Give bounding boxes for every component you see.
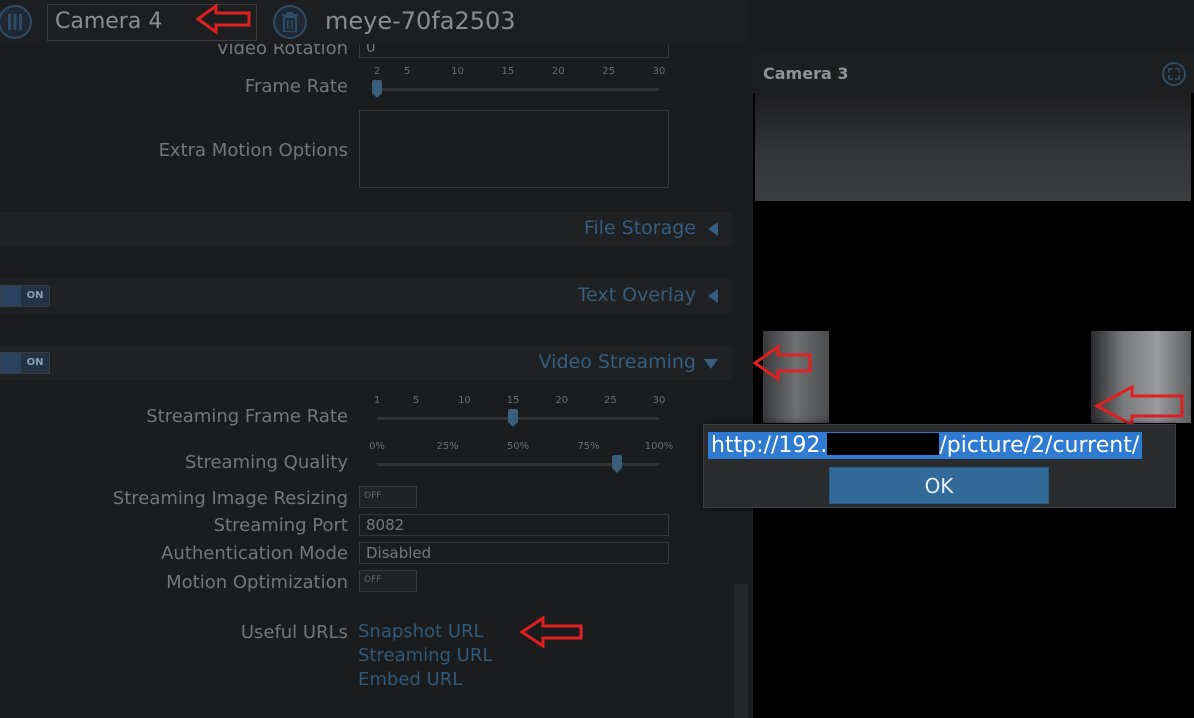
slider-tick-label: 20 xyxy=(551,66,565,77)
slider-tick-label: 10 xyxy=(451,66,464,77)
motion-optimization-label: Motion Optimization xyxy=(166,572,348,593)
settings-panel: Video Rotation 0 Frame Rate 2 5 10 15 20 25 30… xyxy=(0,44,748,718)
section-title-file-storage: File Storage xyxy=(583,217,696,239)
slider-tick-label: 75% xyxy=(577,441,600,452)
collapsed-triangle-icon xyxy=(708,289,718,303)
streaming-port-input[interactable]: 8082 xyxy=(359,514,669,536)
trash-icon xyxy=(282,12,298,32)
settings-scrollbar[interactable] xyxy=(734,44,748,718)
camera-area-top xyxy=(748,0,1194,52)
section-title-text-overlay: Text Overlay xyxy=(577,284,696,306)
expanded-triangle-icon xyxy=(704,359,718,369)
streaming-frame-rate-thumb[interactable] xyxy=(508,409,519,427)
toggle-nub xyxy=(1,286,23,306)
slider-tick-label: 5 xyxy=(412,395,420,406)
slider-tick-label: 0% xyxy=(369,441,385,452)
toggle-nub xyxy=(1,353,23,373)
slider-tick-label: 5 xyxy=(404,66,411,77)
streaming-quality-label: Streaming Quality xyxy=(184,452,348,473)
slider-tick-label: 25 xyxy=(604,395,617,406)
annotation-arrow-left-icon xyxy=(519,615,583,649)
motion-optimization-switch[interactable]: OFF xyxy=(359,570,417,592)
slider-tick-label: 25% xyxy=(436,441,459,452)
frame-rate-thumb[interactable] xyxy=(372,80,382,98)
menu-icon xyxy=(8,14,22,30)
slider-tick-label: 20 xyxy=(555,395,569,406)
streaming-frame-rate-label: Streaming Frame Rate xyxy=(146,406,348,427)
slider-tick-label: 30 xyxy=(652,66,666,77)
text-overlay-toggle[interactable]: ON xyxy=(0,285,50,307)
slider-tick-label: 1 xyxy=(373,395,381,406)
menu-button[interactable] xyxy=(0,5,32,39)
url-prefix: http://192. xyxy=(711,433,828,458)
collapsed-triangle-icon xyxy=(708,222,718,236)
extra-motion-options-label: Extra Motion Options xyxy=(158,140,348,161)
camera-name: Camera 3 xyxy=(763,64,849,83)
settings-scrollbar-thumb[interactable] xyxy=(734,584,748,718)
embed-url-link[interactable]: Embed URL xyxy=(358,669,462,690)
url-dialog: http://192. /picture/2/current/ OK xyxy=(703,424,1176,508)
slider-tick-label: 2 xyxy=(373,66,381,77)
streaming-image-resizing-label: Streaming Image Resizing xyxy=(112,488,348,509)
slider-tick-label: 15 xyxy=(501,66,515,77)
redacted-ip-block xyxy=(827,433,940,455)
streaming-image-resizing-switch[interactable]: OFF xyxy=(359,486,417,508)
video-streaming-toggle[interactable]: ON xyxy=(0,352,50,374)
url-selected-text[interactable]: http://192. /picture/2/current/ xyxy=(708,432,1143,459)
useful-urls-label: Useful URLs xyxy=(240,622,348,643)
switch-off-label: OFF xyxy=(364,575,382,585)
slider-tick-label: 15 xyxy=(506,395,520,406)
streaming-url-link[interactable]: Streaming URL xyxy=(358,645,492,666)
frame-rate-ticks: 2 5 10 15 20 25 30 xyxy=(370,66,666,80)
camera-header: Camera 3 xyxy=(753,53,1194,93)
streaming-frame-rate-slider[interactable]: 1 5 10 15 20 25 30 xyxy=(370,395,666,427)
annotation-arrow-left-icon xyxy=(1094,384,1184,428)
video-rotation-label: Video Rotation xyxy=(216,44,348,59)
authentication-mode-label: Authentication Mode xyxy=(161,543,348,564)
switch-off-label: OFF xyxy=(364,491,382,501)
fullscreen-icon[interactable] xyxy=(1162,62,1186,86)
authentication-mode-select[interactable]: Disabled xyxy=(359,542,669,564)
section-file-storage[interactable]: File Storage xyxy=(0,212,732,246)
slider-tick-label: 10 xyxy=(458,395,471,406)
extra-motion-options-textarea[interactable] xyxy=(359,110,669,188)
annotation-arrow-left-icon xyxy=(752,344,812,382)
streaming-quality-ticks: 0% 25% 50% 75% 100% xyxy=(369,441,673,455)
video-rotation-select[interactable]: 0 xyxy=(359,44,669,58)
ok-button[interactable]: OK xyxy=(829,467,1049,504)
url-suffix: /picture/2/current/ xyxy=(939,433,1140,458)
annotation-arrow-left-icon xyxy=(196,3,251,35)
streaming-quality-slider[interactable]: 0% 25% 50% 75% 100% xyxy=(369,441,673,473)
device-title: meye-70fa2503 xyxy=(325,7,516,35)
camera-video-image xyxy=(755,93,1191,201)
section-video-streaming[interactable]: ON Video Streaming xyxy=(0,346,732,380)
toggle-on-label: ON xyxy=(21,286,49,306)
streaming-port-label: Streaming Port xyxy=(213,515,348,536)
toggle-on-label: ON xyxy=(21,353,49,373)
streaming-quality-thumb[interactable] xyxy=(611,455,622,473)
frame-rate-slider[interactable]: 2 5 10 15 20 25 30 xyxy=(370,66,666,98)
streaming-frame-rate-ticks: 1 5 10 15 20 25 30 xyxy=(370,395,666,409)
top-bar: Camera 4 meye-70fa2503 xyxy=(0,0,748,44)
slider-tick-label: 30 xyxy=(652,395,666,406)
delete-camera-button[interactable] xyxy=(273,5,307,39)
section-title-video-streaming: Video Streaming xyxy=(538,351,696,373)
fullscreen-glyph-icon xyxy=(1168,68,1180,80)
slider-tick-label: 50% xyxy=(506,441,530,452)
section-text-overlay[interactable]: ON Text Overlay xyxy=(0,279,732,313)
frame-rate-label: Frame Rate xyxy=(244,76,348,97)
frame-rate-track xyxy=(377,88,659,91)
snapshot-url-link[interactable]: Snapshot URL xyxy=(358,621,484,642)
slider-tick-label: 100% xyxy=(644,441,674,452)
slider-tick-label: 25 xyxy=(602,66,616,77)
